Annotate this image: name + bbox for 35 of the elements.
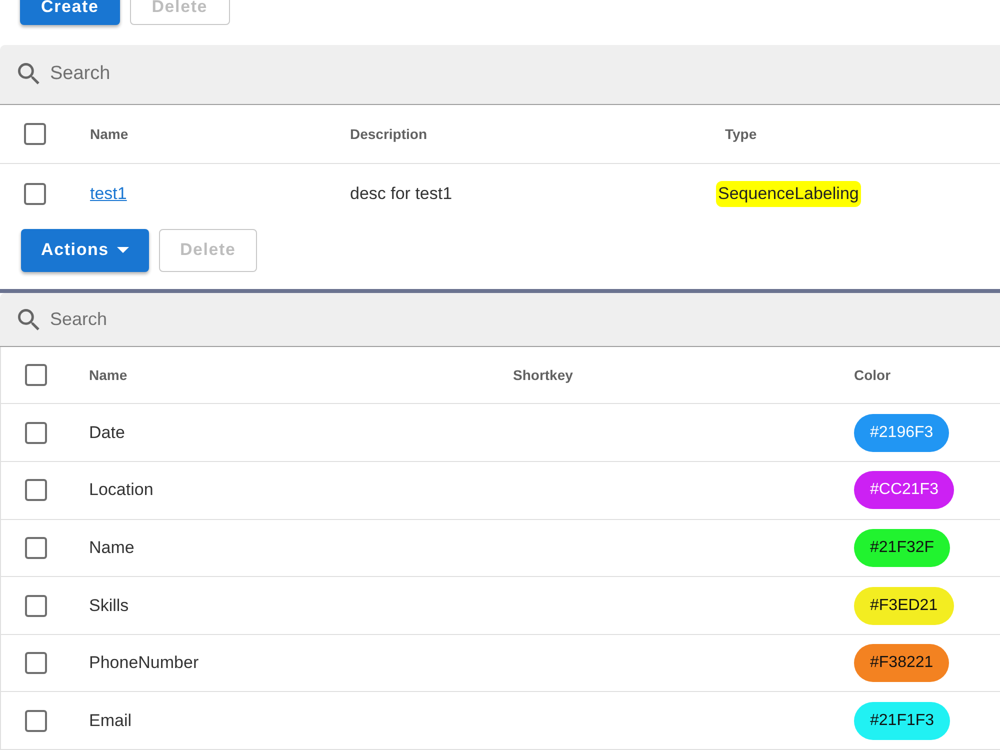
table-cell: Name	[89, 538, 134, 558]
column-header: Color	[854, 367, 891, 384]
column-header: Type	[725, 126, 757, 142]
checkbox[interactable]	[25, 710, 47, 732]
color-chip: #F38221	[854, 644, 950, 682]
actions-menu-button[interactable]: Actions	[21, 228, 149, 272]
checkbox[interactable]	[25, 422, 47, 444]
color-chip: #21F1F3	[854, 702, 950, 740]
table-cell: Skills	[89, 596, 129, 616]
search-icon	[18, 63, 40, 86]
column-header: Name	[90, 126, 128, 142]
column-header: Shortkey	[513, 367, 573, 384]
checkbox[interactable]	[25, 364, 47, 386]
table-cell: Date	[89, 422, 125, 443]
checkbox[interactable]	[24, 182, 46, 205]
column-header: Name	[89, 367, 128, 384]
checkbox[interactable]	[24, 122, 46, 145]
color-chip: #CC21F3	[854, 471, 954, 510]
table-cell: PhoneNumber	[89, 653, 199, 674]
table-cell: Email	[89, 710, 132, 731]
color-chip: #F3ED21	[854, 586, 954, 625]
color-chip: #21F32F	[854, 528, 950, 567]
checkbox[interactable]	[25, 479, 47, 502]
checkbox[interactable]	[25, 652, 47, 674]
project-link[interactable]: test1	[90, 184, 127, 204]
table-cell: SequenceLabeling	[716, 180, 861, 207]
table-cell: desc for test1	[350, 184, 452, 204]
caret-icon	[116, 247, 129, 254]
create-button[interactable]: Create	[20, 0, 120, 25]
search-icon	[18, 308, 40, 331]
checkbox[interactable]	[25, 536, 47, 559]
column-header: Description	[350, 126, 428, 142]
checkbox[interactable]	[25, 594, 47, 617]
color-chip: #2196F3	[854, 414, 950, 452]
table-cell: Location	[89, 480, 154, 500]
